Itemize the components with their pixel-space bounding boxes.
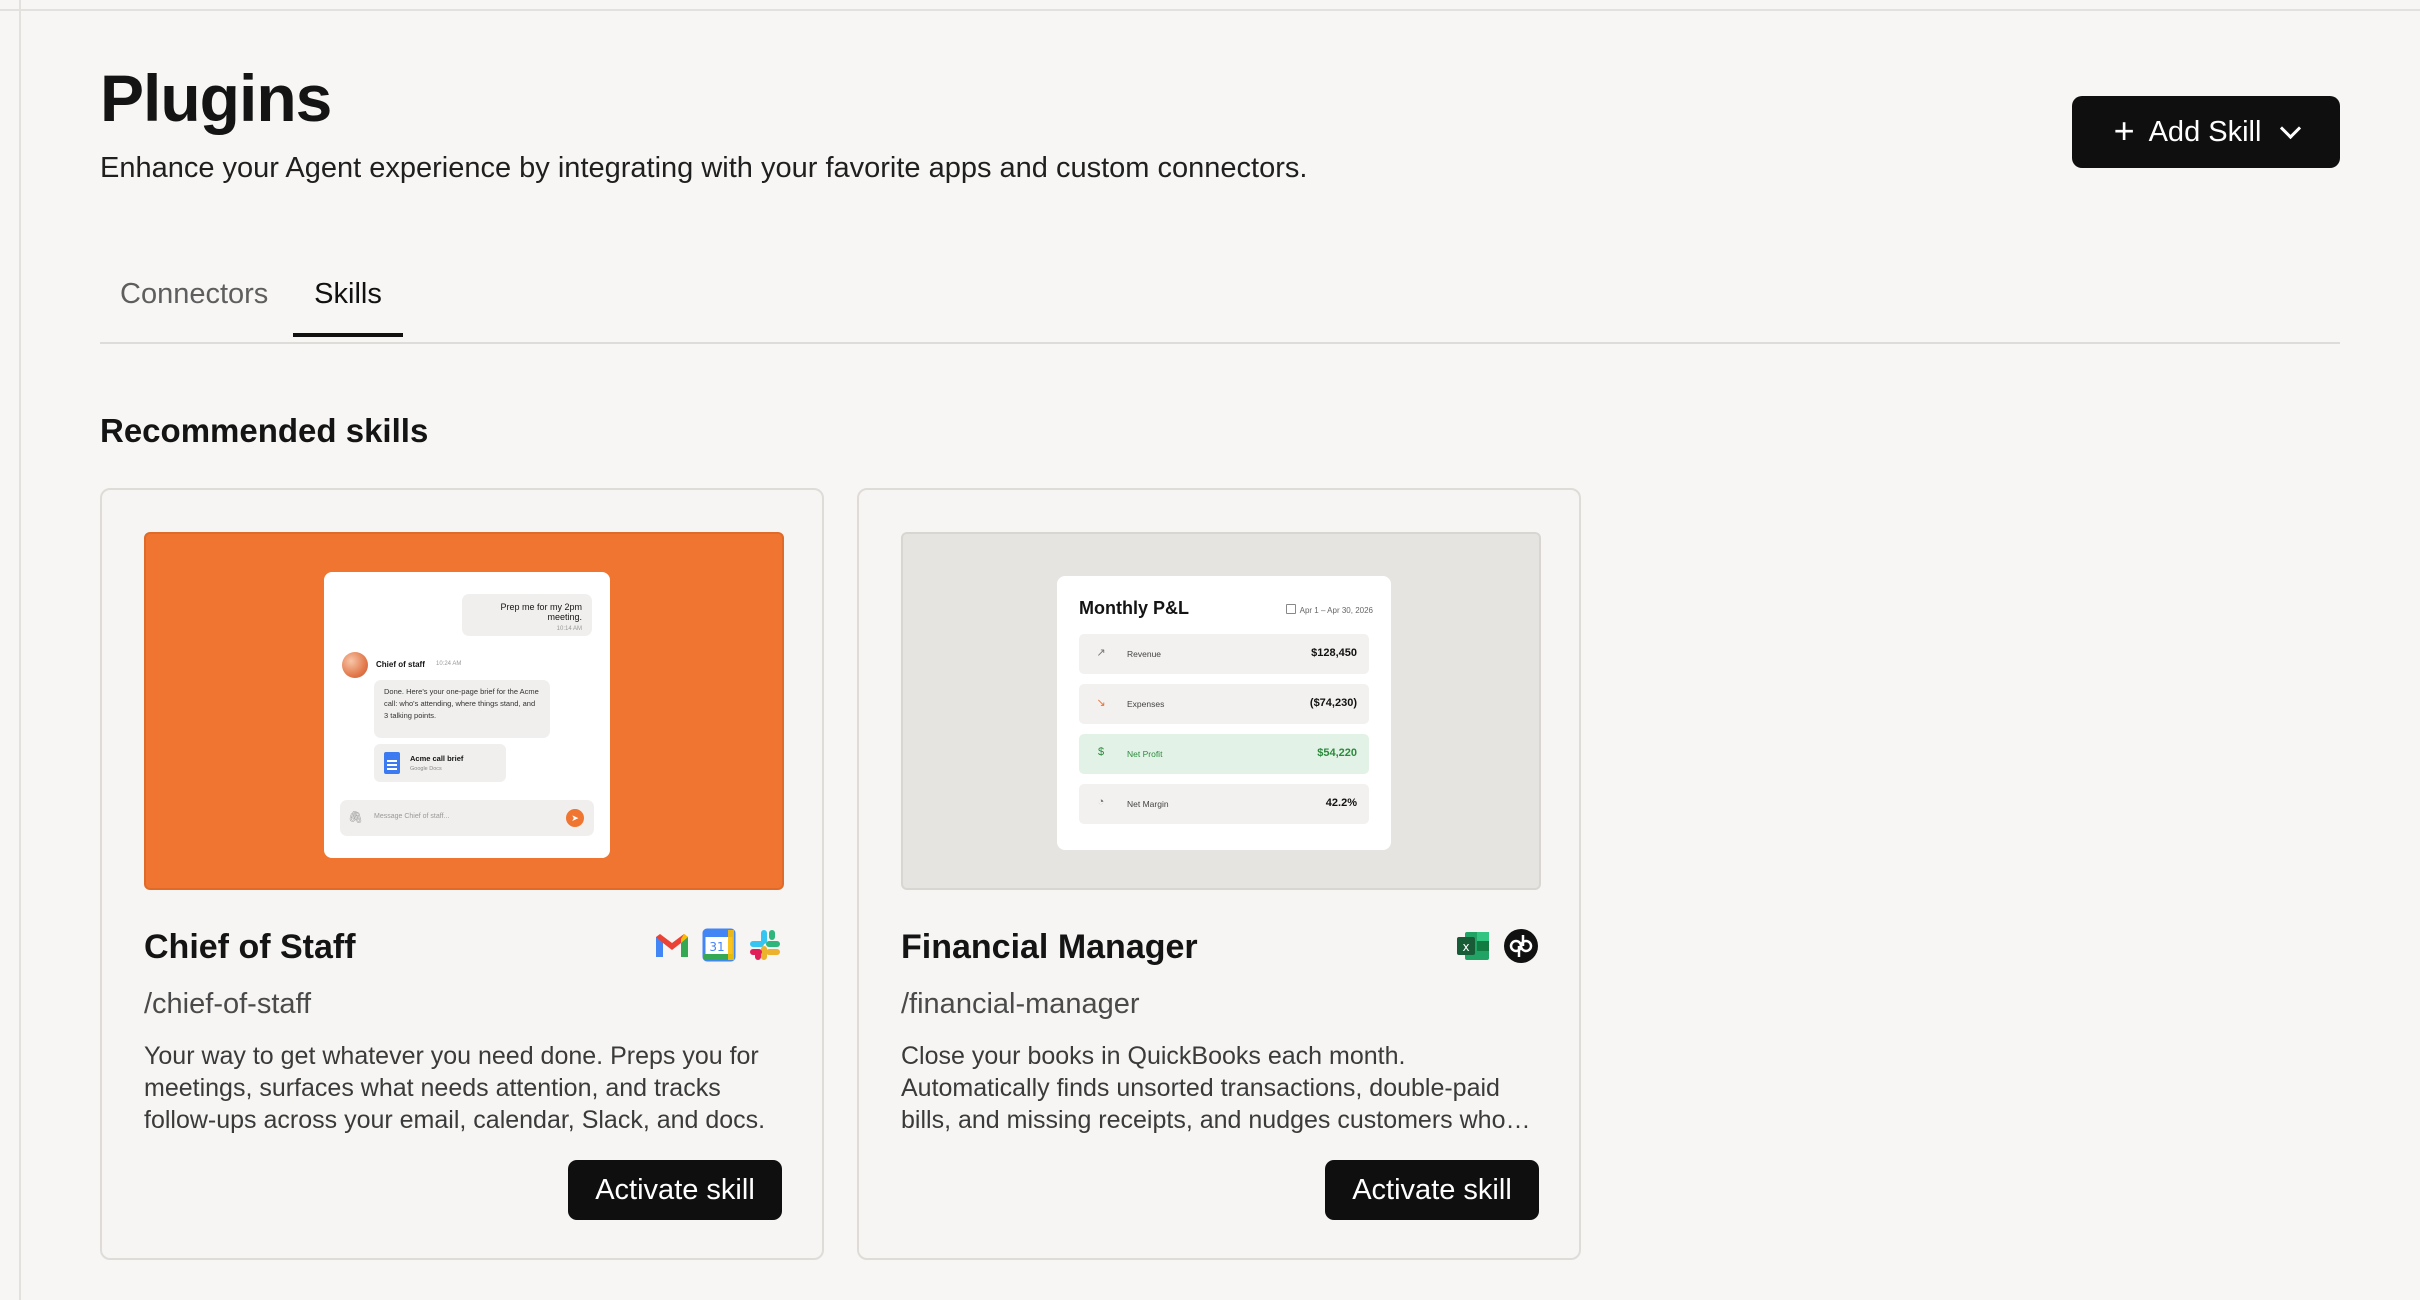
trend-up-icon: ↗ (1096, 647, 1106, 659)
chat-preview: Prep me for my 2pm meeting. 10:14 AM Chi… (324, 572, 610, 858)
tab-skills-label: Skills (314, 278, 382, 310)
pl-row: ↘ Expenses ($74,230) (1079, 684, 1369, 724)
activate-skill-button[interactable]: Activate skill (1325, 1160, 1539, 1220)
paperclip-icon: 🖇 (348, 810, 364, 824)
calendar-icon (1285, 604, 1296, 614)
pie-icon: ◔ (1097, 796, 1105, 808)
user-message-bubble: Prep me for my 2pm meeting. 10:14 AM (462, 594, 592, 636)
pl-row-label: Net Profit (1127, 749, 1163, 759)
send-icon: ➤ (566, 809, 584, 827)
quickbooks-icon (1504, 929, 1538, 963)
pl-row: ◔ Net Margin 42.2% (1079, 784, 1369, 824)
pl-row-label: Net Margin (1127, 799, 1169, 809)
pl-row-label: Revenue (1127, 649, 1162, 659)
skill-card-chief-of-staff[interactable]: Prep me for my 2pm meeting. 10:14 AM Chi… (100, 488, 824, 1260)
skill-card-financial-manager[interactable]: Monthly P&L Apr 1 – Apr 30, 2026 ↗ Reven… (857, 488, 1581, 1260)
assistant-message: Done. Here's your one-page brief for the… (374, 680, 550, 738)
doc-attachment: Acme call brief Google Docs (374, 744, 506, 782)
assistant-time: 10:24 AM (436, 661, 462, 667)
user-message-text: Prep me for my 2pm meeting. (500, 602, 582, 622)
app-icons: 31 (654, 928, 782, 962)
slack-icon (750, 930, 780, 960)
skill-slug: /chief-of-staff (144, 988, 312, 1020)
skill-preview: Monthly P&L Apr 1 – Apr 30, 2026 ↗ Reven… (901, 532, 1541, 890)
pl-date-text: Apr 1 – Apr 30, 2026 (1299, 606, 1373, 615)
excel-icon: x (1457, 932, 1489, 960)
pl-title: Monthly P&L (1079, 598, 1189, 618)
app-icons: x (1455, 928, 1539, 964)
pl-row: $ Net Profit $54,220 (1079, 734, 1369, 774)
plus-icon: + (2113, 109, 2135, 151)
tab-bar: Connectors Skills (100, 266, 2340, 344)
pl-row-value: 42.2% (1325, 797, 1357, 809)
page-title: Plugins (100, 61, 332, 135)
google-docs-icon (384, 752, 400, 774)
pl-row-value: $128,450 (1311, 647, 1357, 659)
section-title: Recommended skills (100, 412, 429, 449)
pl-row-label: Expenses (1127, 699, 1165, 709)
pl-row: ↗ Revenue $128,450 (1079, 634, 1369, 674)
chat-input-preview: 🖇 Message Chief of staff... ➤ (340, 800, 594, 836)
dollar-icon: $ (1097, 746, 1105, 758)
gmail-icon (656, 934, 688, 957)
doc-title: Acme call brief (410, 754, 464, 763)
skill-title: Chief of Staff (144, 928, 356, 966)
pl-row-value: $54,220 (1317, 747, 1357, 759)
top-divider (0, 0, 2420, 11)
skill-description: Close your books in QuickBooks each mont… (901, 1042, 1531, 1134)
skill-description: Your way to get whatever you need done. … (144, 1042, 766, 1134)
assistant-name: Chief of staff (376, 660, 425, 669)
avatar (342, 652, 368, 678)
page-subtitle: Enhance your Agent experience by integra… (100, 152, 1308, 184)
activate-skill-button[interactable]: Activate skill (568, 1160, 782, 1220)
google-calendar-icon: 31 (702, 928, 736, 962)
svg-text:31: 31 (709, 940, 724, 954)
pl-row-value: ($74,230) (1309, 697, 1357, 709)
add-skill-button[interactable]: + Add Skill (2072, 96, 2340, 168)
pl-date-range: Apr 1 – Apr 30, 2026 (1285, 604, 1373, 615)
pl-report-preview: Monthly P&L Apr 1 – Apr 30, 2026 ↗ Reven… (1057, 576, 1391, 850)
add-skill-label: Add Skill (2148, 115, 2262, 148)
user-message-time: 10:14 AM (556, 626, 582, 632)
doc-source: Google Docs (410, 766, 442, 772)
left-divider (0, 0, 21, 1300)
chat-placeholder: Message Chief of staff... (374, 813, 450, 820)
tab-connectors[interactable]: Connectors (120, 278, 268, 333)
skill-preview: Prep me for my 2pm meeting. 10:14 AM Chi… (144, 532, 784, 890)
svg-text:x: x (1462, 940, 1469, 954)
chevron-down-icon (2280, 117, 2302, 139)
trend-down-icon: ↘ (1096, 697, 1106, 709)
skill-title: Financial Manager (901, 928, 1198, 966)
skill-slug: /financial-manager (901, 988, 1140, 1020)
tab-skills[interactable]: Skills (293, 278, 403, 337)
